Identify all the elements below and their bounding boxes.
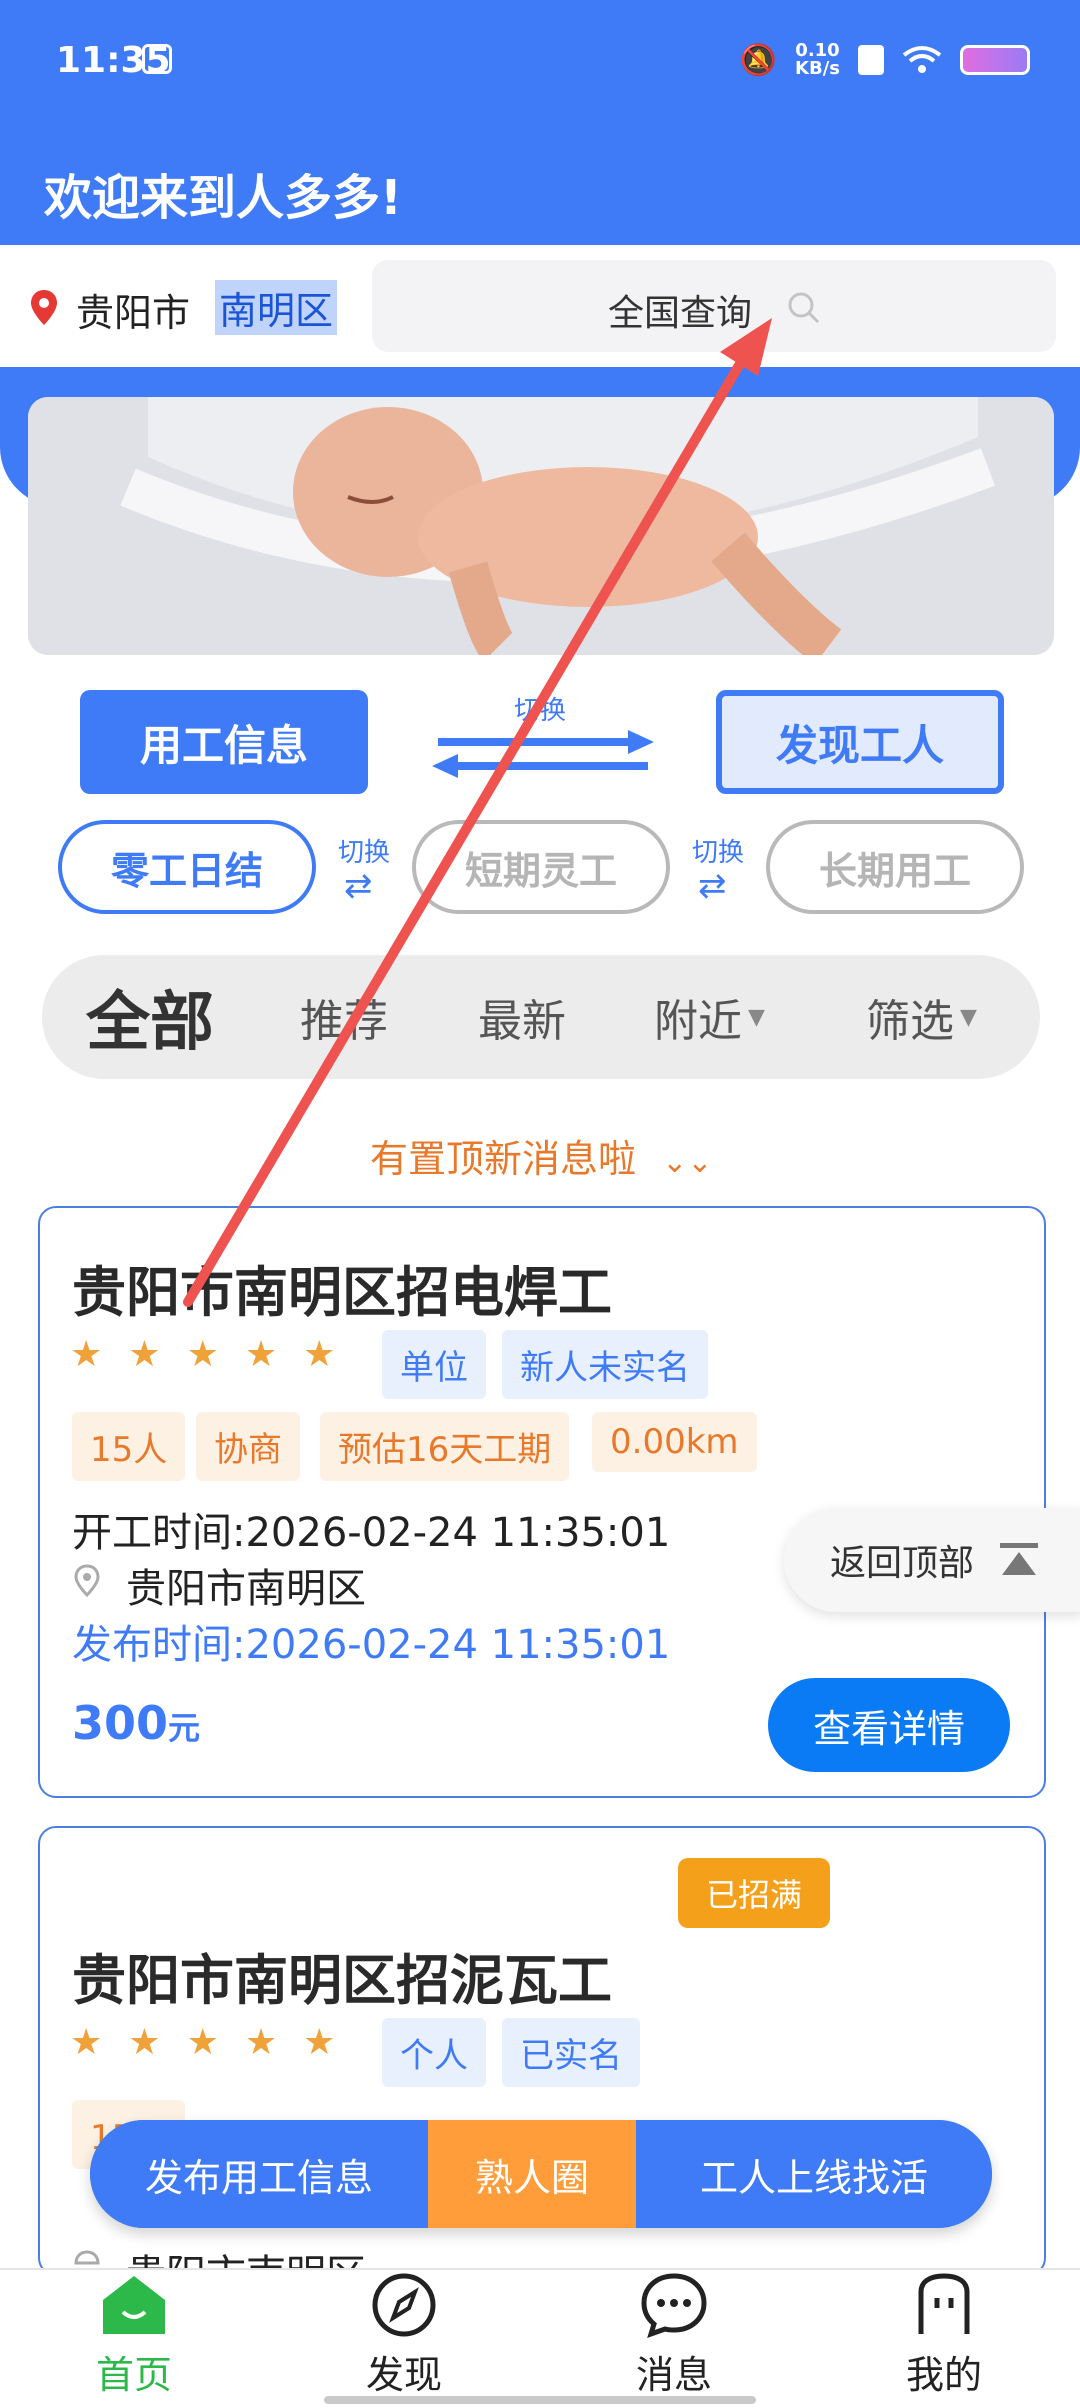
tab-recommended[interactable]: 推荐 (300, 955, 388, 1079)
tag-employer-type: 个人 (382, 2018, 486, 2087)
notification-icon (142, 44, 172, 74)
location-pin-icon (31, 290, 57, 325)
star-icon: ★ (244, 1334, 278, 1375)
tag-salary-type: 协商 (196, 1412, 300, 1481)
switch-label-2: 切换 (692, 838, 745, 868)
job-title: 贵阳市南明区招电焊工 (72, 1261, 612, 1324)
arrow-top-icon (1000, 1543, 1039, 1575)
star-icon: ★ (70, 1334, 103, 1375)
sim-icon (858, 45, 884, 75)
tag-duration: 预估16天工期 (320, 1412, 570, 1481)
post-job-button[interactable]: 发布用工信息 (90, 2120, 428, 2228)
rating-stars: ★ ★ ★ ★ ★ (70, 1334, 335, 1375)
swap-icon[interactable]: ⇄ (344, 866, 373, 906)
search-icon (788, 292, 820, 324)
tag-distance: 0.00km (592, 1412, 757, 1472)
find-work-button[interactable]: 工人上线找活 (636, 2120, 992, 2228)
switch-arrows-icon[interactable] (428, 722, 658, 786)
star-icon: ★ (70, 2022, 103, 2063)
home-icon (103, 2276, 165, 2334)
pinned-notice[interactable]: 有置顶新消息啦 ⌄⌄ (370, 1128, 712, 1183)
search-label: 全国查询 (608, 293, 753, 334)
location-pin-icon (74, 1564, 100, 1602)
star-icon: ★ (128, 2022, 161, 2063)
nav-home[interactable]: 首页 (34, 2272, 234, 2402)
profile-icon (918, 2273, 970, 2334)
tab-nearby[interactable]: 附近 ▼ (654, 955, 765, 1079)
tag-headcount: 15人 (72, 1412, 186, 1481)
location-city[interactable]: 贵阳市 (76, 282, 190, 337)
view-detail-button[interactable]: 查看详情 (768, 1678, 1010, 1772)
location-district[interactable]: 南明区 (215, 280, 338, 335)
switch-label-1: 切换 (338, 838, 391, 868)
tab-nearby-label: 附近 (654, 996, 742, 1047)
star-icon: ★ (186, 1334, 219, 1375)
battery-icon (960, 45, 1030, 75)
circle-button[interactable]: 熟人圈 (428, 2120, 636, 2228)
net-speed: 0.10 KB/s (795, 40, 840, 79)
job-price: 300元 (72, 1696, 201, 1750)
tag-verification: 新人未实名 (502, 1330, 708, 1399)
nav-discover[interactable]: 发现 (304, 2272, 504, 2402)
start-time: 开工时间:2026-02-24 11:35:01 (72, 1510, 671, 1556)
tag-employer-type: 单位 (382, 1330, 486, 1399)
back-to-top-label: 返回顶部 (830, 1543, 975, 1584)
rating-stars: ★ ★ ★ ★ ★ (70, 2022, 335, 2063)
hire-info-button[interactable]: 用工信息 (80, 690, 368, 794)
tab-all[interactable]: 全部 (86, 955, 214, 1079)
nav-home-label: 首页 (95, 2353, 172, 2397)
gesture-bar[interactable] (324, 2396, 756, 2404)
double-chevron-down-icon: ⌄⌄ (662, 1145, 713, 1180)
filter-tabs: 全部 推荐 最新 附近 ▼ 筛选 ▼ (42, 955, 1040, 1079)
mute-icon: 🔕 (739, 42, 778, 78)
pill-long-term[interactable]: 长期用工 (766, 820, 1024, 914)
page-title: 欢迎来到人多多! (44, 170, 402, 226)
swap-icon[interactable]: ⇄ (698, 866, 727, 906)
star-icon: ★ (244, 2022, 278, 2063)
star-icon: ★ (303, 1334, 336, 1375)
job-address: 贵阳市南明区 (126, 1566, 366, 1612)
star-icon: ★ (186, 2022, 219, 2063)
chevron-down-icon: ▼ (960, 1004, 977, 1030)
nav-messages[interactable]: 消息 (574, 2272, 774, 2402)
compass-icon (372, 2273, 436, 2337)
chevron-down-icon: ▼ (748, 1004, 765, 1030)
find-workers-button[interactable]: 发现工人 (716, 690, 1004, 794)
nav-profile-label: 我的 (905, 2353, 982, 2397)
tab-filter-label: 筛选 (866, 996, 954, 1047)
nav-profile[interactable]: 我的 (844, 2272, 1044, 2402)
publish-time: 发布时间:2026-02-24 11:35:01 (72, 1622, 671, 1668)
tab-filter[interactable]: 筛选 ▼ (866, 955, 977, 1079)
pinned-notice-text: 有置顶新消息啦 (370, 1137, 637, 1181)
status-icons: 🔕 0.10 KB/s (740, 42, 1030, 78)
baby-photo (28, 397, 1054, 655)
chat-icon (641, 2273, 707, 2338)
wifi-icon (902, 46, 942, 73)
nav-discover-label: 发现 (365, 2353, 442, 2397)
nav-messages-label: 消息 (635, 2353, 712, 2397)
star-icon: ★ (128, 1334, 161, 1375)
tag-verification: 已实名 (502, 2018, 640, 2087)
job-title: 贵阳市南明区招泥瓦工 (72, 1949, 612, 2012)
pill-daily-gig[interactable]: 零工日结 (58, 820, 316, 914)
job-address: 贵阳市南明区 (126, 2242, 366, 2268)
status-badge: 已招满 (678, 1858, 831, 1928)
banner-image[interactable] (28, 397, 1054, 655)
pill-short-term[interactable]: 短期灵工 (412, 820, 670, 914)
star-icon: ★ (303, 2022, 336, 2063)
tab-latest[interactable]: 最新 (478, 955, 566, 1079)
floating-action-bar: 发布用工信息 熟人圈 工人上线找活 (90, 2120, 992, 2228)
back-to-top-button[interactable]: 返回顶部 (784, 1508, 1080, 1612)
